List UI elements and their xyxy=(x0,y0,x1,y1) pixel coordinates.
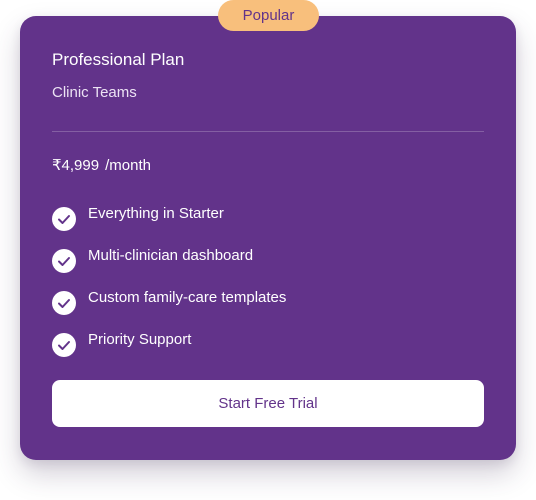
feature-list: Everything in Starter Multi-clinician da… xyxy=(52,205,484,373)
check-circle-icon xyxy=(52,249,76,273)
plan-name: Professional Plan xyxy=(52,50,185,69)
price-period: /month xyxy=(105,157,151,174)
divider xyxy=(52,131,484,132)
feature-label: Custom family-care templates xyxy=(88,289,287,306)
plan-audience: Clinic Teams xyxy=(52,84,137,101)
feature-label: Priority Support xyxy=(88,331,192,348)
feature-item: Everything in Starter xyxy=(52,205,484,247)
check-circle-icon xyxy=(52,207,76,231)
feature-label: Everything in Starter xyxy=(88,205,224,222)
feature-item: Priority Support xyxy=(52,331,484,373)
check-circle-icon xyxy=(52,291,76,315)
start-free-trial-button[interactable]: Start Free Trial xyxy=(52,380,484,427)
feature-item: Multi-clinician dashboard xyxy=(52,247,484,289)
pricing-stage: Popular Professional Plan Clinic Teams ₹… xyxy=(0,0,536,500)
feature-label: Multi-clinician dashboard xyxy=(88,247,254,264)
pricing-card: Professional Plan Clinic Teams ₹4,999/mo… xyxy=(20,16,516,460)
price-amount: ₹4,999 xyxy=(52,157,100,174)
check-circle-icon xyxy=(52,333,76,357)
popular-badge: Popular xyxy=(218,0,319,31)
feature-item: Custom family-care templates xyxy=(52,289,484,331)
price-row: ₹4,999/month xyxy=(52,157,151,175)
